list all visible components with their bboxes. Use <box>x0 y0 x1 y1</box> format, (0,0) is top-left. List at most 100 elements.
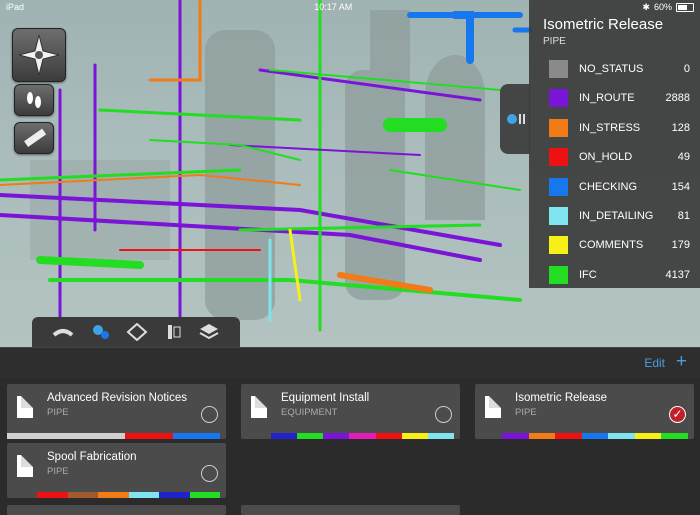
strip-segment <box>128 492 159 498</box>
card-title: Spool Fabrication <box>47 451 137 463</box>
strip-segment <box>149 433 173 439</box>
strip-segment <box>349 433 376 439</box>
strip-segment <box>189 492 220 498</box>
status-color-strip <box>7 433 221 439</box>
strip-segment <box>375 433 402 439</box>
workflow-card[interactable]: Equipment Install EQUIPMENT <box>241 384 460 439</box>
strip-segment <box>323 433 350 439</box>
workflow-card[interactable]: Isometric Release PIPE ✓ <box>475 384 694 439</box>
status-row[interactable]: COMMENTS 179 <box>529 230 700 259</box>
card-subtitle: PIPE <box>47 466 69 477</box>
card-title: Advanced Revision Notices <box>47 392 187 404</box>
document-icon <box>251 396 267 418</box>
card-subtitle: PIPE <box>515 407 537 418</box>
edit-bar: Edit + <box>0 347 700 378</box>
strip-segment <box>37 492 68 498</box>
panel-subtitle: PIPE <box>543 36 566 47</box>
strip-segment <box>297 433 324 439</box>
strip-segment <box>196 433 221 439</box>
clock: 10:17 AM <box>314 2 353 12</box>
measure-tool-button[interactable] <box>14 122 54 154</box>
status-row[interactable]: IN_DETAILING 81 <box>529 201 700 230</box>
strip-segment <box>401 433 428 439</box>
workflow-card-partial[interactable] <box>241 505 460 515</box>
status-swatch <box>549 207 568 225</box>
status-row[interactable]: CHECKING 154 <box>529 172 700 201</box>
bluetooth-icon: ✱ <box>642 1 650 12</box>
section-box-icon[interactable] <box>126 323 148 341</box>
status-right: ✱ 60% <box>642 2 694 13</box>
strip-segment <box>661 433 689 439</box>
strip-segment <box>502 433 529 439</box>
status-name: CHECKING <box>579 180 638 193</box>
status-color-strip <box>37 492 220 498</box>
strip-segment <box>101 433 126 439</box>
document-icon <box>17 396 33 418</box>
strip-segment <box>581 433 609 439</box>
status-name: IN_DETAILING <box>579 210 654 222</box>
status-name: COMMENTS <box>579 239 644 252</box>
unchecked-circle-icon[interactable] <box>201 465 218 482</box>
status-legend-panel: Isometric Release PIPE NO_STATUS 0 IN_ROUT… <box>529 0 700 288</box>
carrier-label: iPad <box>6 2 25 12</box>
strip-segment <box>528 433 556 439</box>
edit-button[interactable]: Edit <box>644 356 665 370</box>
compass-icon <box>18 34 60 76</box>
status-row[interactable]: NO_STATUS 0 <box>529 54 700 83</box>
status-name: IN_STRESS <box>579 121 641 134</box>
status-name: IFC <box>579 268 597 281</box>
strip-segment <box>78 433 102 439</box>
status-count: 2888 <box>665 92 690 105</box>
ruler-icon <box>24 128 47 148</box>
battery-percent: 60% <box>653 2 672 12</box>
status-name: ON_HOLD <box>579 151 633 164</box>
status-swatch <box>549 177 568 196</box>
clip-plane-icon[interactable] <box>162 323 184 341</box>
status-swatch <box>549 236 568 255</box>
strip-segment <box>608 433 635 439</box>
footprints-icon <box>27 92 41 108</box>
status-row[interactable]: IN_STRESS 128 <box>529 113 700 142</box>
document-icon <box>17 455 33 477</box>
strip-segment <box>159 492 190 498</box>
status-color-icon <box>507 114 525 124</box>
strip-segment <box>98 492 129 498</box>
status-swatch <box>549 118 568 137</box>
strip-segment <box>30 433 55 439</box>
status-count: 154 <box>671 180 690 193</box>
status-count: 4137 <box>665 268 690 281</box>
card-subtitle: EQUIPMENT <box>281 407 338 418</box>
status-count: 81 <box>677 210 690 222</box>
unchecked-circle-icon[interactable] <box>435 406 452 423</box>
panel-toggle-tab[interactable] <box>500 84 530 154</box>
workflow-card[interactable]: Advanced Revision Notices PIPE <box>7 384 226 439</box>
panel-title: Isometric Release <box>543 16 664 33</box>
status-swatch <box>549 60 568 78</box>
status-count: 179 <box>671 239 690 252</box>
ios-status-bar: iPad 10:17 AM ✱ 60% <box>0 0 700 14</box>
status-row[interactable]: IN_ROUTE 2888 <box>529 83 700 112</box>
document-icon <box>485 396 501 418</box>
battery-icon <box>675 2 694 12</box>
strip-segment <box>555 433 582 439</box>
workflow-card[interactable]: Spool Fabrication PIPE <box>7 443 226 498</box>
strip-segment <box>271 433 298 439</box>
status-name: IN_ROUTE <box>579 92 635 105</box>
status-count: 128 <box>671 121 690 134</box>
walk-mode-button[interactable] <box>14 84 54 116</box>
status-color-strip <box>502 433 689 439</box>
navigation-compass-button[interactable] <box>12 28 66 82</box>
status-color-icon[interactable] <box>90 323 112 341</box>
pipe-view-icon[interactable] <box>52 323 74 341</box>
layers-icon[interactable] <box>198 323 220 341</box>
checked-icon[interactable]: ✓ <box>669 406 686 423</box>
unchecked-circle-icon[interactable] <box>201 406 218 423</box>
status-row[interactable]: ON_HOLD 49 <box>529 142 700 171</box>
add-icon[interactable]: + <box>676 351 687 373</box>
card-title: Isometric Release <box>515 392 608 404</box>
status-count: 0 <box>683 63 690 75</box>
strip-segment <box>634 433 662 439</box>
workflow-card-partial[interactable] <box>7 505 226 515</box>
status-row[interactable]: IFC 4137 <box>529 260 700 289</box>
status-name: NO_STATUS <box>579 63 644 75</box>
